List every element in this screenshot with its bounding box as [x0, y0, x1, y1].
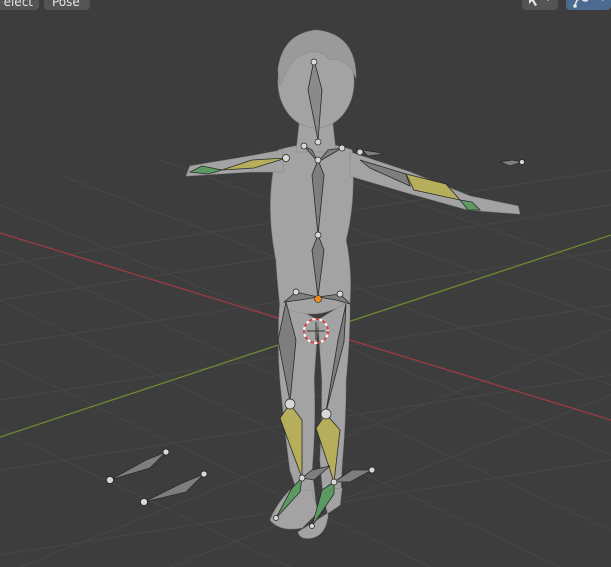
viewport-scene[interactable] — [0, 0, 611, 567]
bone-overlay-icon — [572, 0, 604, 8]
character-mesh[interactable] — [185, 29, 521, 539]
bone-overlay-toggle-button[interactable] — [566, 0, 611, 10]
select-menu-button[interactable]: elect — [0, 0, 39, 10]
3d-viewport[interactable]: elect Pose — [0, 0, 611, 567]
3d-cursor-icon[interactable] — [303, 318, 329, 344]
cursor-arrow-icon — [529, 0, 549, 6]
pose-menu-button[interactable]: Pose — [44, 0, 90, 10]
origin-point-icon — [314, 295, 322, 303]
cursor-tool-button[interactable] — [522, 0, 558, 10]
